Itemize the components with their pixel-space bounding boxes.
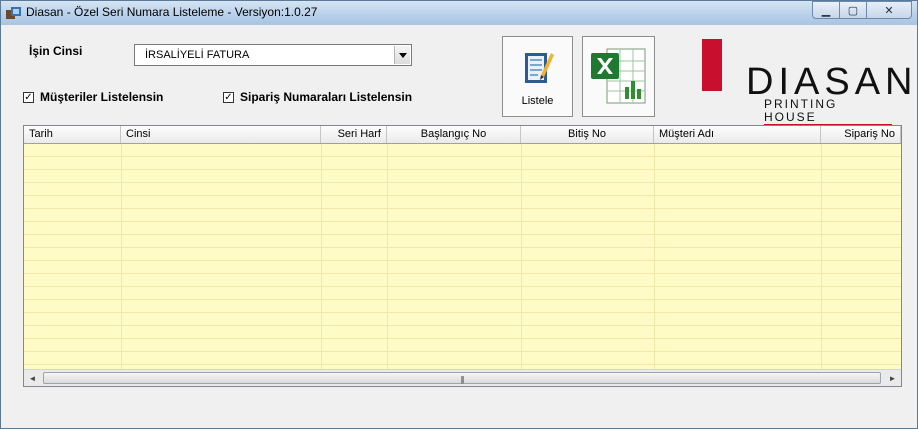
title-bar[interactable]: Diasan - Özel Seri Numara Listeleme - Ve… bbox=[1, 1, 917, 25]
form-client-area: İşin Cinsi İRSALİYELİ FATURA ✓ Müşterile… bbox=[6, 25, 912, 423]
close-icon: ✕ bbox=[884, 4, 894, 17]
excel-icon bbox=[591, 48, 646, 104]
logo-subtitle: PRINTING HOUSE bbox=[764, 98, 892, 126]
musteriler-checkbox[interactable]: ✓ Müşteriler Listelensin bbox=[23, 90, 163, 104]
logo-word: DIASAN bbox=[746, 61, 918, 103]
column-header-baslangic-no[interactable]: Başlangıç No bbox=[387, 126, 521, 143]
column-divider bbox=[321, 144, 322, 370]
isin-cinsi-select[interactable]: İRSALİYELİ FATURA bbox=[134, 44, 412, 66]
document-list-icon bbox=[525, 53, 554, 83]
scroll-right-button[interactable]: ► bbox=[884, 370, 901, 386]
musteriler-check-icon: ✓ bbox=[23, 91, 34, 103]
maximize-button[interactable]: ▢ bbox=[839, 1, 867, 19]
scroll-thumb[interactable]: ||| bbox=[43, 372, 881, 384]
grid-body[interactable] bbox=[24, 144, 901, 370]
grip-icon: ||| bbox=[460, 375, 464, 384]
column-header-tarih[interactable]: Tarih bbox=[24, 126, 121, 143]
arrow-left-icon: ◄ bbox=[28, 373, 37, 383]
grid-header: Tarih Cinsi Seri Harf Başlangıç No Bitiş… bbox=[24, 126, 901, 144]
column-divider bbox=[521, 144, 522, 370]
siparis-label: Sipariş Numaraları Listelensin bbox=[240, 90, 413, 104]
column-header-seri-harf[interactable]: Seri Harf bbox=[321, 126, 387, 143]
horizontal-scrollbar[interactable]: ◄ ||| ► bbox=[24, 369, 901, 386]
siparis-check-icon: ✓ bbox=[223, 91, 234, 103]
siparis-checkbox[interactable]: ✓ Sipariş Numaraları Listelensin bbox=[223, 90, 412, 104]
arrow-right-icon: ► bbox=[888, 373, 897, 383]
window-title: Diasan - Özel Seri Numara Listeleme - Ve… bbox=[26, 5, 318, 19]
column-header-musteri-adi[interactable]: Müşteri Adı bbox=[654, 126, 821, 143]
scroll-left-button[interactable]: ◄ bbox=[24, 370, 41, 386]
listele-label: Listele bbox=[521, 95, 554, 107]
minimize-button[interactable]: ▁ bbox=[812, 1, 840, 19]
column-divider bbox=[821, 144, 822, 370]
musteriler-label: Müşteriler Listelensin bbox=[40, 90, 164, 104]
dropdown-button[interactable] bbox=[394, 46, 410, 64]
column-divider bbox=[654, 144, 655, 370]
logo-mark-icon bbox=[702, 39, 722, 91]
column-divider bbox=[121, 144, 122, 370]
minimize-icon: ▁ bbox=[821, 4, 831, 17]
column-header-cinsi[interactable]: Cinsi bbox=[121, 126, 321, 143]
isin-cinsi-label: İşin Cinsi bbox=[29, 44, 83, 58]
diasan-logo: DIASAN PRINTING HOUSE bbox=[692, 39, 912, 126]
excel-export-button[interactable] bbox=[582, 36, 655, 117]
column-header-siparis-no[interactable]: Sipariş No bbox=[821, 126, 901, 143]
column-divider bbox=[387, 144, 388, 370]
app-window: Diasan - Özel Seri Numara Listeleme - Ve… bbox=[0, 0, 918, 429]
chevron-down-icon bbox=[398, 52, 407, 58]
listele-button[interactable]: Listele bbox=[502, 36, 573, 117]
column-header-bitis-no[interactable]: Bitiş No bbox=[521, 126, 654, 143]
isin-cinsi-value: İRSALİYELİ FATURA bbox=[145, 49, 250, 61]
serial-number-grid[interactable]: Tarih Cinsi Seri Harf Başlangıç No Bitiş… bbox=[23, 125, 902, 387]
close-button[interactable]: ✕ bbox=[866, 1, 912, 19]
maximize-icon: ▢ bbox=[847, 4, 859, 17]
app-icon bbox=[6, 7, 21, 19]
